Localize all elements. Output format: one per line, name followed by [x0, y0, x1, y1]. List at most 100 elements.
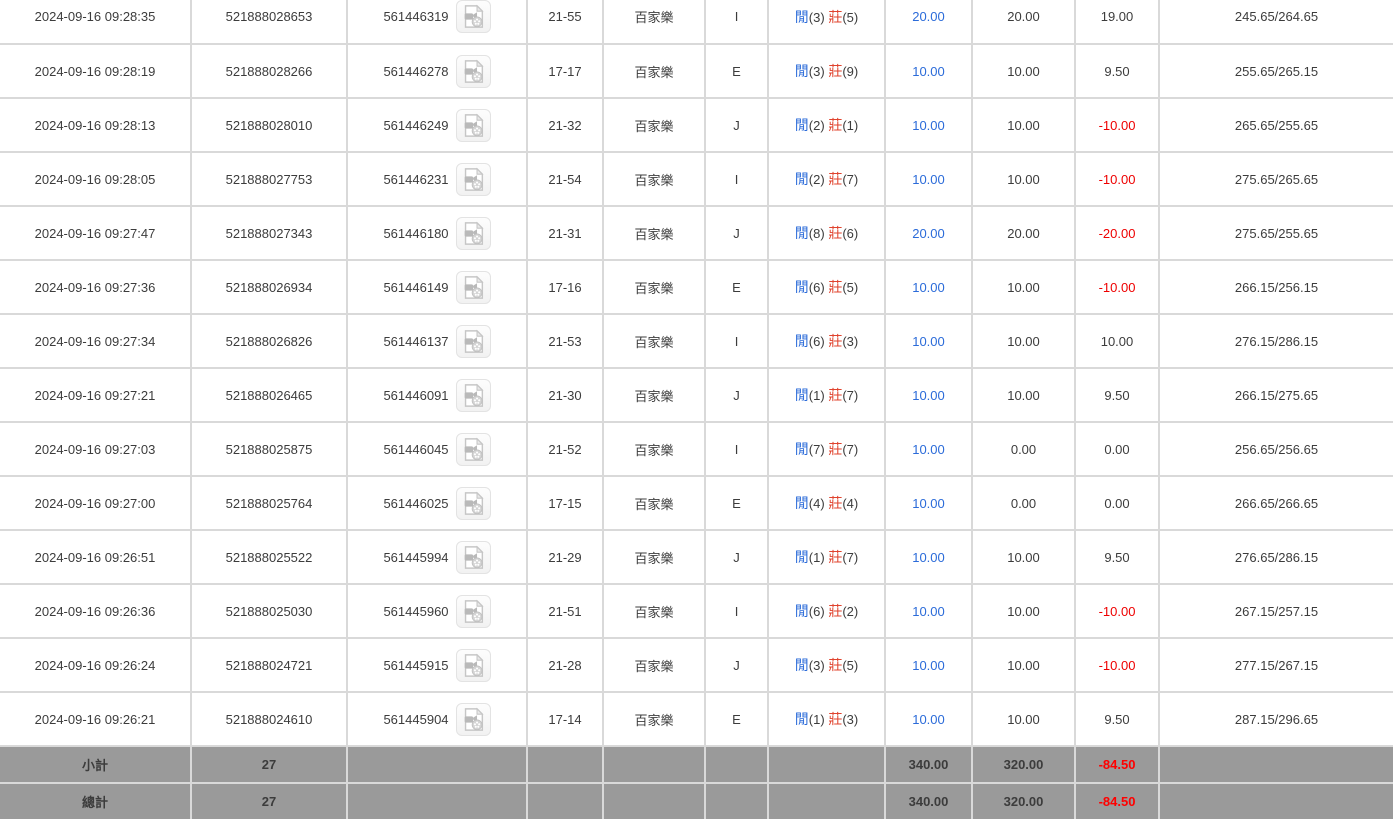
cell-result: 閒(8) 莊(6) — [767, 205, 886, 261]
result-banker-label: 莊 — [828, 117, 843, 133]
table-row: 2024-09-16 09:27:00 521888025764 5614460… — [0, 475, 1393, 531]
cell-bet-amount: 10.00 — [884, 691, 973, 747]
cell-valid-bet: 0.00 — [971, 475, 1076, 531]
cell-win-loss: -10.00 — [1074, 583, 1160, 639]
table-row: 2024-09-16 09:27:03 521888025875 5614460… — [0, 421, 1393, 477]
video-replay-button[interactable] — [455, 108, 491, 142]
cell-bet-id: 521888024721 — [190, 637, 348, 693]
result-banker-label: 莊 — [828, 657, 843, 673]
video-replay-button[interactable] — [455, 54, 491, 88]
footer-empty-cell — [1158, 745, 1393, 784]
table-row: 2024-09-16 09:27:34 521888026826 5614461… — [0, 313, 1393, 369]
video-replay-button[interactable] — [455, 648, 491, 682]
video-replay-button[interactable] — [455, 594, 491, 628]
result-player-score: (6) — [808, 604, 825, 619]
round-id: 561446045 — [383, 441, 449, 457]
cell-round: 561446249 — [346, 97, 528, 153]
cell-bet-amount: 10.00 — [884, 583, 973, 639]
video-replay-button[interactable] — [455, 270, 491, 304]
cell-balance: 256.65/256.65 — [1158, 421, 1393, 477]
video-file-icon — [464, 653, 484, 677]
table-row: 2024-09-16 09:28:19 521888028266 5614462… — [0, 43, 1393, 99]
result-banker-label: 莊 — [828, 171, 843, 187]
video-replay-button[interactable] — [455, 540, 491, 574]
bet-amount-link[interactable]: 10.00 — [912, 442, 945, 457]
cell-bet-amount: 10.00 — [884, 367, 973, 423]
video-file-icon — [464, 545, 484, 569]
subtotal-valid-bet: 320.00 — [971, 745, 1076, 784]
cell-win-loss: 0.00 — [1074, 475, 1160, 531]
result-player-score: (6) — [808, 334, 825, 349]
cell-result: 閒(4) 莊(4) — [767, 475, 886, 531]
bet-amount-link[interactable]: 10.00 — [912, 712, 945, 727]
bet-amount-link[interactable]: 10.00 — [912, 496, 945, 511]
cell-round: 561446025 — [346, 475, 528, 531]
cell-bet-id: 521888025030 — [190, 583, 348, 639]
bet-amount-link[interactable]: 10.00 — [912, 64, 945, 79]
round-id: 561446231 — [383, 171, 449, 187]
result-player-label: 閒 — [794, 441, 809, 457]
cell-bet-amount: 10.00 — [884, 475, 973, 531]
cell-bet-id: 521888028653 — [190, 0, 348, 45]
cell-game-type: 百家樂 — [602, 151, 706, 207]
video-file-icon — [464, 4, 484, 28]
result-player-label: 閒 — [794, 8, 809, 25]
cell-balance: 267.15/257.15 — [1158, 583, 1393, 639]
cell-table-round: 21-29 — [526, 529, 604, 585]
result-player-score: (1) — [808, 550, 825, 565]
result-player-label: 閒 — [794, 333, 809, 349]
cell-bet-id: 521888024610 — [190, 691, 348, 747]
cell-bet-amount: 10.00 — [884, 43, 973, 99]
bet-amount-link[interactable]: 10.00 — [912, 280, 945, 295]
cell-win-loss: 9.50 — [1074, 367, 1160, 423]
video-file-icon — [464, 383, 484, 407]
cell-game-type: 百家樂 — [602, 691, 706, 747]
video-file-icon — [464, 59, 484, 83]
bet-amount-link[interactable]: 20.00 — [912, 9, 945, 24]
cell-table-round: 21-32 — [526, 97, 604, 153]
cell-game-type: 百家樂 — [602, 367, 706, 423]
table-row: 2024-09-16 09:26:21 521888024610 5614459… — [0, 691, 1393, 747]
cell-win-loss: -20.00 — [1074, 205, 1160, 261]
cell-round: 561446180 — [346, 205, 528, 261]
bet-amount-link[interactable]: 20.00 — [912, 226, 945, 241]
result-player-score: (1) — [808, 388, 825, 403]
cell-bet-area: I — [704, 313, 769, 369]
video-replay-button[interactable] — [455, 324, 491, 358]
result-player-score: (7) — [808, 442, 825, 457]
cell-game-type: 百家樂 — [602, 205, 706, 261]
cell-valid-bet: 10.00 — [971, 151, 1076, 207]
cell-win-loss: -10.00 — [1074, 151, 1160, 207]
cell-balance: 276.65/286.15 — [1158, 529, 1393, 585]
bet-amount-link[interactable]: 10.00 — [912, 118, 945, 133]
bet-amount-link[interactable]: 10.00 — [912, 550, 945, 565]
video-replay-button[interactable] — [455, 378, 491, 412]
video-replay-button[interactable] — [455, 486, 491, 520]
cell-result: 閒(3) 莊(5) — [767, 0, 886, 45]
cell-bet-amount: 10.00 — [884, 529, 973, 585]
video-replay-button[interactable] — [455, 216, 491, 250]
result-banker-score: (7) — [842, 550, 859, 565]
bet-amount-link[interactable]: 10.00 — [912, 334, 945, 349]
video-file-icon — [464, 275, 484, 299]
round-id: 561446180 — [383, 225, 449, 241]
cell-bet-time: 2024-09-16 09:28:19 — [0, 43, 192, 99]
cell-balance: 266.65/266.65 — [1158, 475, 1393, 531]
video-replay-button[interactable] — [455, 432, 491, 466]
footer-empty-cell — [526, 782, 604, 819]
result-banker-label: 莊 — [828, 333, 843, 349]
bet-amount-link[interactable]: 10.00 — [912, 604, 945, 619]
bet-amount-link[interactable]: 10.00 — [912, 658, 945, 673]
result-banker-score: (2) — [842, 604, 859, 619]
grand-total-win-loss: -84.50 — [1074, 782, 1160, 819]
result-player-score: (1) — [808, 712, 825, 727]
video-replay-button[interactable] — [455, 162, 491, 196]
bet-amount-link[interactable]: 10.00 — [912, 388, 945, 403]
bet-amount-link[interactable]: 10.00 — [912, 172, 945, 187]
video-replay-button[interactable] — [455, 0, 491, 33]
cell-round: 561445915 — [346, 637, 528, 693]
cell-valid-bet: 20.00 — [971, 0, 1076, 45]
video-file-icon — [464, 329, 484, 353]
footer-empty-cell — [767, 745, 886, 784]
video-replay-button[interactable] — [455, 702, 491, 736]
